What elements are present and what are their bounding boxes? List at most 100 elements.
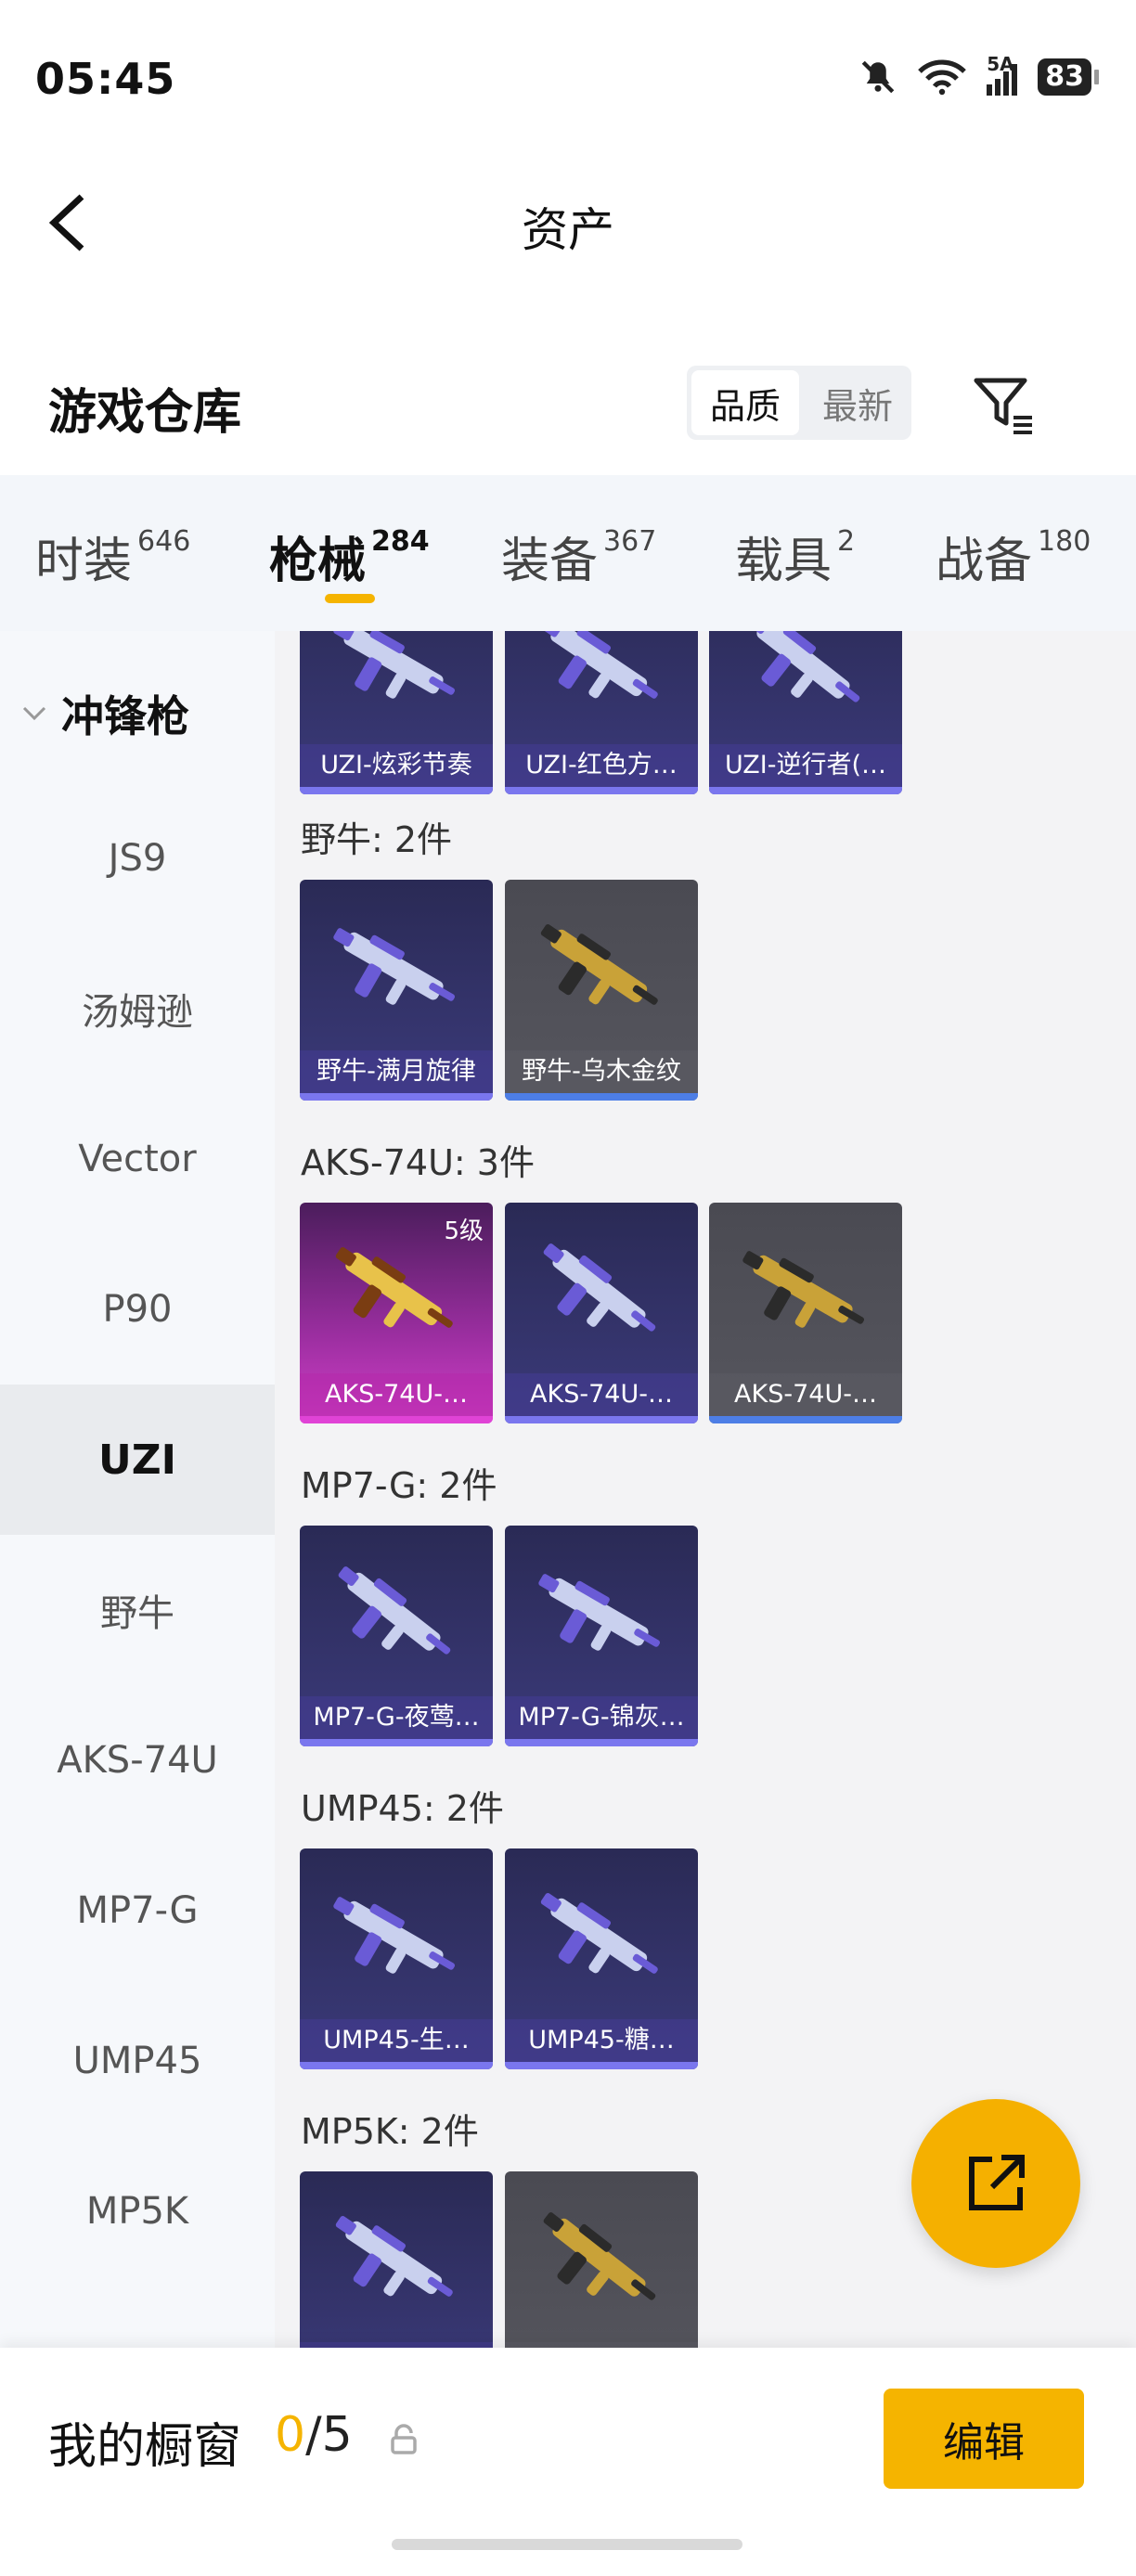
filter-icon[interactable] (971, 371, 1036, 436)
gun-icon (333, 1897, 456, 1974)
gun-icon (338, 1566, 451, 1655)
item-card[interactable]: UMP45-生… (300, 1848, 493, 2069)
rarity-bar (300, 1739, 493, 1746)
gun-icon (540, 1893, 658, 1974)
gun-icon (540, 924, 658, 1005)
rarity-bar (300, 1416, 493, 1423)
warehouse-title: 游戏仓库 (48, 385, 242, 441)
home-indicator (392, 2539, 742, 2550)
sidebar-item-bizon[interactable]: 野牛 (0, 1535, 275, 1685)
gun-icon (543, 1243, 656, 1332)
chevron-down-icon (22, 706, 46, 721)
page-title: 资产 (522, 203, 614, 257)
wifi-icon (918, 59, 967, 96)
item-name: MP7-G-夜莺… (300, 1696, 493, 1739)
sidebar-item-p90[interactable]: P90 (0, 1234, 275, 1385)
item-card[interactable]: MP7-G-锦灰… (505, 1526, 698, 1746)
gun-icon (742, 1251, 865, 1328)
rarity-bar (709, 787, 902, 794)
tab-count: 2 (837, 525, 856, 558)
gun-icon (540, 631, 658, 699)
showcase-count: 0/5 (275, 2407, 353, 2463)
item-grid: UZI-炫彩节奏 UZI-红色方… UZI-逆行者(… 野牛: 2件 野牛-满月旋律 野牛… (275, 631, 1136, 2348)
category-tabs: 时装 646 枪械 284 装备 367 载具 2 战备 180 (0, 475, 1136, 631)
item-card[interactable]: MP7-G-夜莺… (300, 1526, 493, 1746)
item-level-badge: 5级 (444, 1217, 484, 1245)
tab-count: 646 (137, 525, 191, 558)
bell-muted-icon (861, 60, 895, 94)
rarity-bar (709, 1416, 902, 1423)
item-card[interactable]: AKS-74U-… (505, 1203, 698, 1423)
tab-count: 284 (371, 525, 430, 558)
sort-quality-button[interactable]: 品质 (691, 370, 799, 435)
rarity-bar (505, 1093, 698, 1101)
item-name: MP7-G-锦灰… (505, 1696, 698, 1739)
item-card[interactable]: 野牛-乌木金纹 (505, 880, 698, 1101)
active-tab-indicator (325, 594, 375, 603)
tab-guns[interactable]: 枪械 284 (269, 522, 430, 591)
tab-label: 战备 (936, 534, 1033, 589)
sidebar: JS9 汤姆逊 Vector P90 UZI 野牛 AKS-74U MP7-G … (0, 631, 275, 2348)
item-card[interactable]: AKS-74U-… (709, 1203, 902, 1423)
sidebar-group-smg[interactable]: 冲锋枪 (20, 683, 189, 744)
sidebar-item-thompson[interactable]: 汤姆逊 (0, 934, 275, 1084)
sidebar-item-mp5k[interactable]: MP5K (0, 2136, 275, 2286)
sidebar-item-ump45[interactable]: UMP45 (0, 1986, 275, 2136)
group-title: UMP45: 2件 (301, 1788, 504, 1829)
status-bar: 05:45 5A 83 (0, 0, 1136, 139)
rarity-bar (505, 787, 698, 794)
gun-icon (747, 631, 860, 702)
sort-newest-button[interactable]: 最新 (804, 366, 911, 440)
item-card[interactable]: MP5K-乌木… (505, 2171, 698, 2348)
group-title: MP5K: 2件 (301, 2111, 479, 2152)
edit-button[interactable]: 编辑 (884, 2389, 1084, 2489)
status-icons: 5A 83 (858, 53, 1099, 97)
tab-vehicles[interactable]: 载具 2 (735, 522, 855, 591)
sidebar-item-aks74u[interactable]: AKS-74U (0, 1685, 275, 1835)
item-name: 野牛-满月旋律 (300, 1050, 493, 1093)
sidebar-group-label: 冲锋枪 (61, 691, 189, 741)
tab-equipment[interactable]: 装备 367 (501, 522, 656, 591)
sidebar-item-mp7g[interactable]: MP7-G (0, 1835, 275, 1986)
item-card[interactable]: MP5K-异彩… (300, 2171, 493, 2348)
tab-fashion[interactable]: 时装 646 (35, 522, 190, 591)
gun-icon (333, 928, 456, 1005)
sidebar-item-uzi[interactable]: UZI (0, 1385, 275, 1535)
status-time: 05:45 (35, 54, 176, 104)
tab-count: 367 (603, 525, 657, 558)
item-name: UZI-炫彩节奏 (300, 744, 493, 787)
lock-icon (391, 2424, 417, 2454)
rarity-bar (505, 1416, 698, 1423)
share-icon (969, 2155, 1025, 2210)
share-button[interactable] (911, 2099, 1080, 2268)
signal-icon: 5A (987, 53, 1018, 96)
gun-icon (333, 631, 456, 699)
tab-supplies[interactable]: 战备 180 (936, 522, 1091, 591)
sidebar-item-vector[interactable]: Vector (0, 1084, 275, 1234)
showcase-label: 我的橱窗 (48, 2419, 242, 2475)
item-name: AKS-74U-… (709, 1373, 902, 1416)
sort-toggle[interactable]: 品质 最新 (687, 366, 911, 440)
rarity-bar (505, 1739, 698, 1746)
item-card[interactable]: UZI-红色方… (505, 631, 698, 794)
network-label: 5A (987, 53, 1014, 75)
gun-icon (538, 1574, 661, 1651)
gun-icon (335, 1247, 453, 1328)
item-card[interactable]: UZI-炫彩节奏 (300, 631, 493, 794)
rarity-bar (300, 1093, 493, 1101)
item-card[interactable]: 野牛-满月旋律 (300, 880, 493, 1101)
item-card[interactable]: UMP45-糖… (505, 1848, 698, 2069)
gun-icon (335, 2216, 453, 2297)
rarity-bar (300, 2062, 493, 2069)
showcase-total: /5 (305, 2407, 353, 2463)
item-card[interactable]: UZI-逆行者(… (709, 631, 902, 794)
item-name: UZI-红色方… (505, 744, 698, 787)
item-name: AKS-74U-… (505, 1373, 698, 1416)
sidebar-item-js9[interactable]: JS9 (0, 783, 275, 934)
rarity-bar (300, 787, 493, 794)
item-name: UMP45-糖… (505, 2019, 698, 2062)
item-card[interactable]: 5级 AKS-74U-… (300, 1203, 493, 1423)
battery-icon: 83 (1038, 58, 1099, 96)
tab-label: 载具 (735, 534, 833, 589)
battery-level: 83 (1038, 58, 1091, 96)
